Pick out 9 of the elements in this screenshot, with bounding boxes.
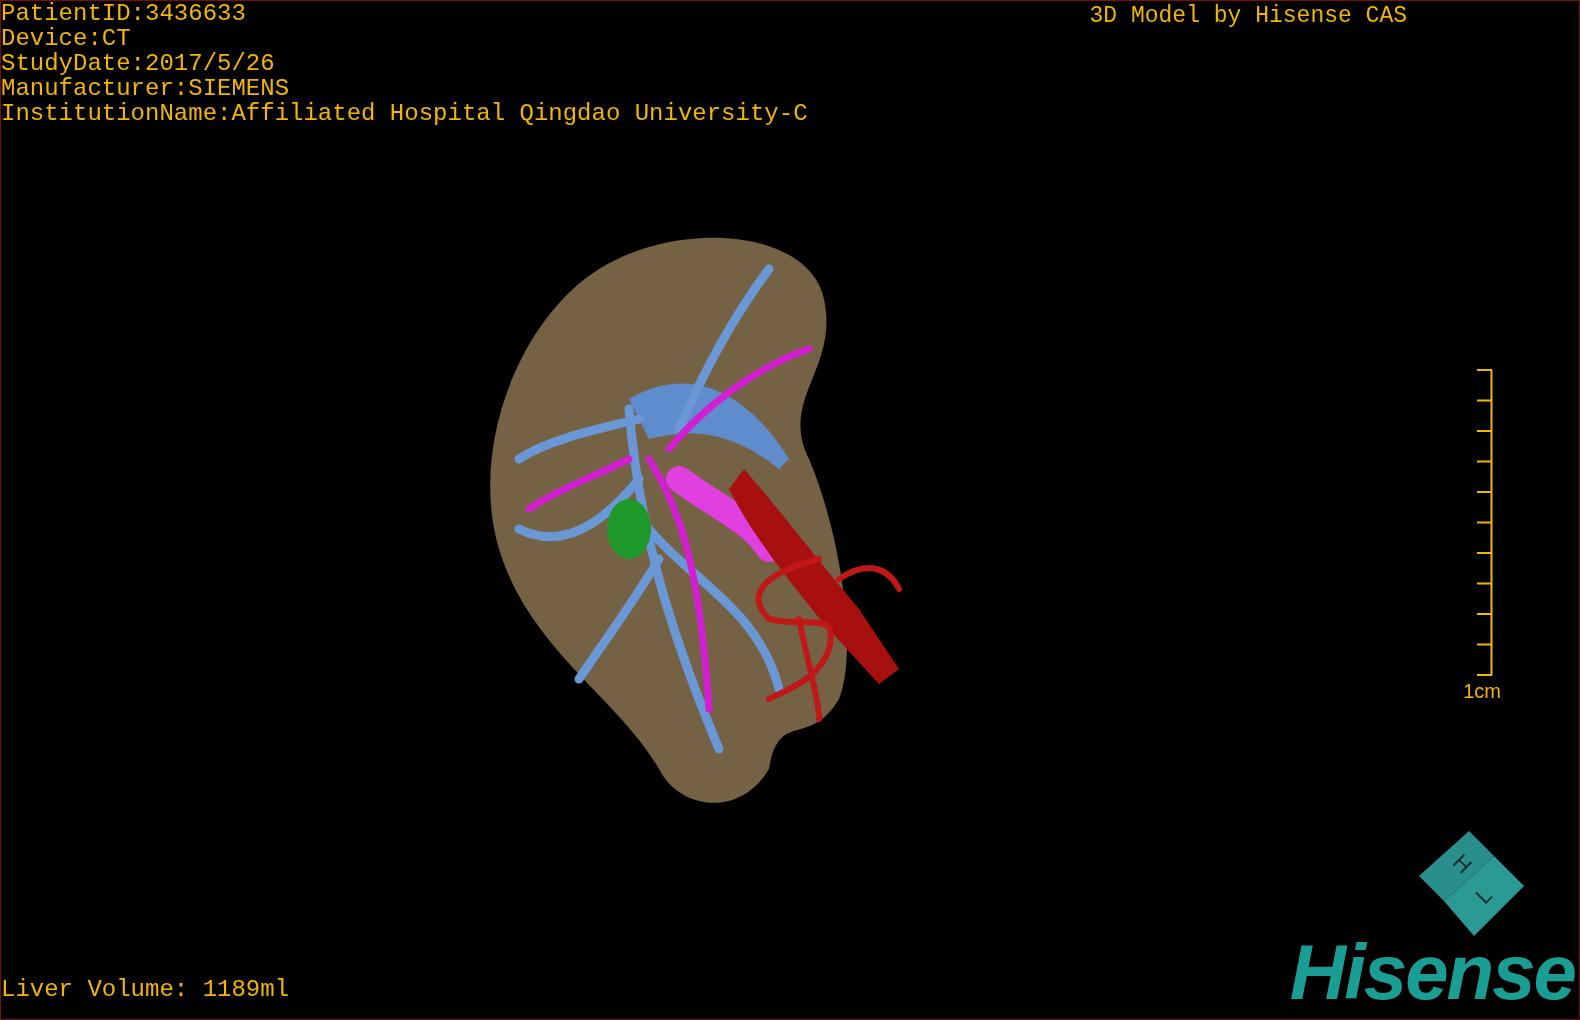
liver-volume-text: Liver Volume: 1189ml [1, 977, 290, 1003]
study-info-text: Device:CT [1, 26, 132, 51]
brand-logo: Hisense [1289, 937, 1575, 1007]
study-info-text: InstitutionName:Affiliated Hospital Qingdao University-C [1, 101, 808, 126]
scale-label: 1cm [1463, 680, 1501, 702]
study-info-text: PatientID:3436633 [1, 1, 247, 26]
study-info-text: StudyDate:2017/5/26 [1, 51, 276, 76]
study-info-text: Manufacturer:SIEMENS [1, 76, 291, 101]
viewer-title: 3D Model by Hisense CAS [1089, 2, 1407, 31]
